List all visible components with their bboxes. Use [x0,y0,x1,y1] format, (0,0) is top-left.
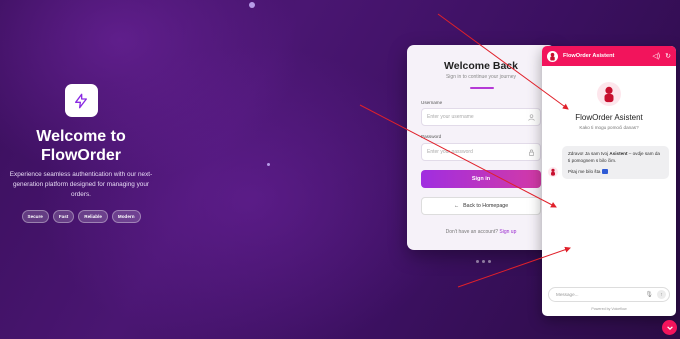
message-input[interactable]: Message... [556,292,641,297]
hero-title: Welcome to FlowOrder [0,127,162,165]
login-title: Welcome Back [444,60,518,72]
password-placeholder: Enter your password [427,149,473,155]
hero-title-line2: FlowOrder [40,147,121,164]
msg-text-1: Zdravo! Ja sam tvoj [568,151,609,156]
bot-tagline: Kako ti mogu pomoći danas? [579,125,639,130]
lightning-icon [75,93,87,108]
pager-dots [476,260,491,263]
bot-avatar-small [547,50,558,62]
bot-message: Zdravo! Ja sam tvoj Asistent – ovdje sam… [562,146,669,179]
chip-modern: Modern [111,210,141,223]
no-account-text: Don't have an account? [445,229,499,235]
chip-reliable: Reliable [78,210,108,223]
password-field[interactable]: Enter your password [421,143,541,161]
emoji-icon [601,169,608,174]
powered-by: Powered by Voiceflow [591,307,627,311]
feature-chips: Secure Fast Reliable Modern [0,210,162,223]
login-card: Welcome Back Sign in to continue your jo… [407,45,555,250]
bot-name: FlowOrder Asistent [575,113,643,122]
back-label: Back to Homepage [463,203,509,209]
refresh-icon[interactable]: ↻ [665,53,671,60]
bot-icon [550,52,555,61]
chat-header: FlowOrder Asistent ◁) ↻ [542,46,676,66]
bot-icon [604,86,614,103]
chip-secure: Secure [21,210,49,223]
speaker-icon[interactable]: ◁) [652,53,660,60]
hero-section: Welcome to FlowOrder Experience seamless… [0,84,162,223]
signup-prompt: Don't have an account? Sign up [407,229,555,235]
msg-bold: Asistent [609,151,628,156]
username-label: Username [421,100,443,105]
hero-title-line1: Welcome to [36,128,126,145]
bot-icon [551,168,555,176]
message-composer[interactable]: Message... 🎙 ↑ [548,287,670,302]
arrow-left-icon: ← [453,203,460,209]
title-underline [470,87,494,89]
microphone-icon[interactable]: 🎙 [645,291,653,298]
user-icon [528,113,535,121]
password-label: Password [421,134,442,139]
login-subtitle: Sign in to continue your journey [445,74,517,80]
chat-header-title: FlowOrder Asistent [563,53,615,59]
chip-fast: Fast [52,210,75,223]
hero-subtitle: Experience seamless authentication with … [9,171,153,198]
chevron-down-icon [666,325,673,330]
back-to-homepage-button[interactable]: ← Back to Homepage [421,197,541,215]
signup-link[interactable]: Sign up [499,229,516,235]
background-dot [267,163,270,166]
lock-icon [529,149,534,156]
background-dot [249,2,255,8]
signin-button[interactable]: Sign in [421,170,541,188]
msg-text-3: Pitaj me bilo šta [568,169,601,174]
logo [64,84,98,117]
username-field[interactable]: Enter your username [421,108,541,126]
username-placeholder: Enter your username [427,114,474,120]
bot-avatar-large [597,82,621,106]
message-avatar [548,167,558,177]
chat-widget: FlowOrder Asistent ◁) ↻ FlowOrder Asiste… [542,46,676,316]
send-button[interactable]: ↑ [657,290,666,299]
chat-toggle-button[interactable] [662,320,677,335]
